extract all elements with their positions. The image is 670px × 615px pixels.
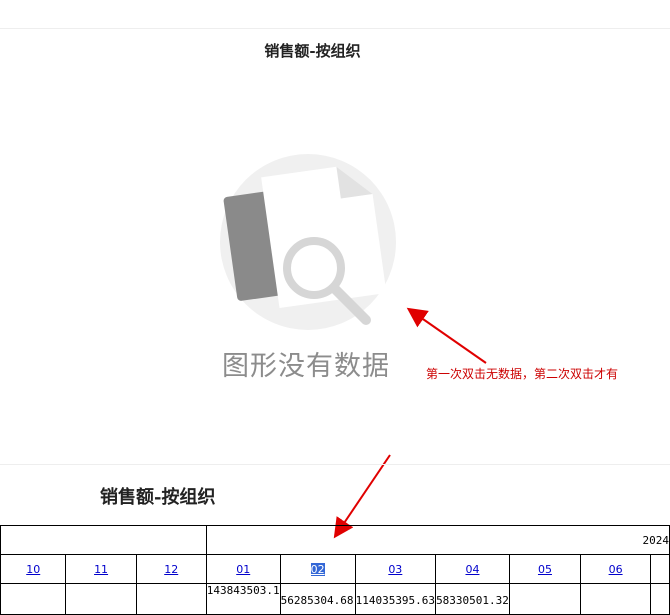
month-link-11[interactable]: 11: [94, 563, 108, 576]
year-label: 2024: [642, 533, 669, 547]
section-divider: [0, 464, 670, 465]
month-cell: 11: [65, 554, 137, 584]
value-row: 143843503.1 56285304.68 114035395.63 583…: [0, 583, 670, 615]
report-title: 销售额-按组织: [100, 487, 216, 508]
month-link-02[interactable]: 02: [310, 562, 325, 576]
month-cell: 10: [0, 554, 67, 584]
month-link-06[interactable]: 06: [609, 563, 623, 576]
month-link-04[interactable]: 04: [465, 563, 479, 576]
value-cell: 58330501.32: [435, 583, 510, 615]
month-cell: 12: [135, 554, 207, 584]
month-cell: [650, 554, 670, 584]
header-row: 2024: [0, 525, 670, 555]
arrow-to-month: [333, 454, 391, 539]
value-cell: [0, 583, 67, 615]
chart-title: 销售额-按组织: [264, 42, 361, 60]
year-header-cell: 2024: [205, 525, 670, 555]
month-cell: 01: [205, 554, 281, 584]
value-cell: [135, 583, 207, 615]
top-divider: [0, 28, 670, 29]
month-link-12[interactable]: 12: [164, 563, 178, 576]
month-cell: 05: [508, 554, 582, 584]
header-empty-cell: [0, 525, 207, 555]
month-cell: 06: [580, 554, 652, 584]
month-cell: 04: [435, 554, 510, 584]
value-cell: [65, 583, 137, 615]
month-cell: 03: [354, 554, 437, 584]
no-data-text: 图形没有数据: [222, 351, 390, 382]
month-link-10[interactable]: 10: [26, 563, 40, 576]
value-cell: 114035395.63: [354, 583, 437, 615]
value-cell: 56285304.68: [279, 583, 356, 615]
value-cell: [580, 583, 652, 615]
arrow-to-chart: [406, 307, 487, 364]
month-link-03[interactable]: 03: [388, 563, 402, 576]
month-cell: 02: [279, 554, 356, 584]
month-row: 10 11 12 01 02 03 04 05 06: [0, 554, 670, 584]
month-link-01[interactable]: 01: [236, 563, 250, 576]
value-cell: [650, 583, 670, 615]
value-cell: [508, 583, 582, 615]
value-cell: 143843503.1: [205, 583, 281, 615]
month-link-05[interactable]: 05: [538, 563, 552, 576]
annotation-note: 第一次双击无数据，第二次双击才有: [426, 367, 619, 381]
report-table: 2024 10 11 12 01 02 03 04 05 06 14384350…: [0, 525, 670, 615]
no-data-illustration-icon: [220, 154, 396, 330]
